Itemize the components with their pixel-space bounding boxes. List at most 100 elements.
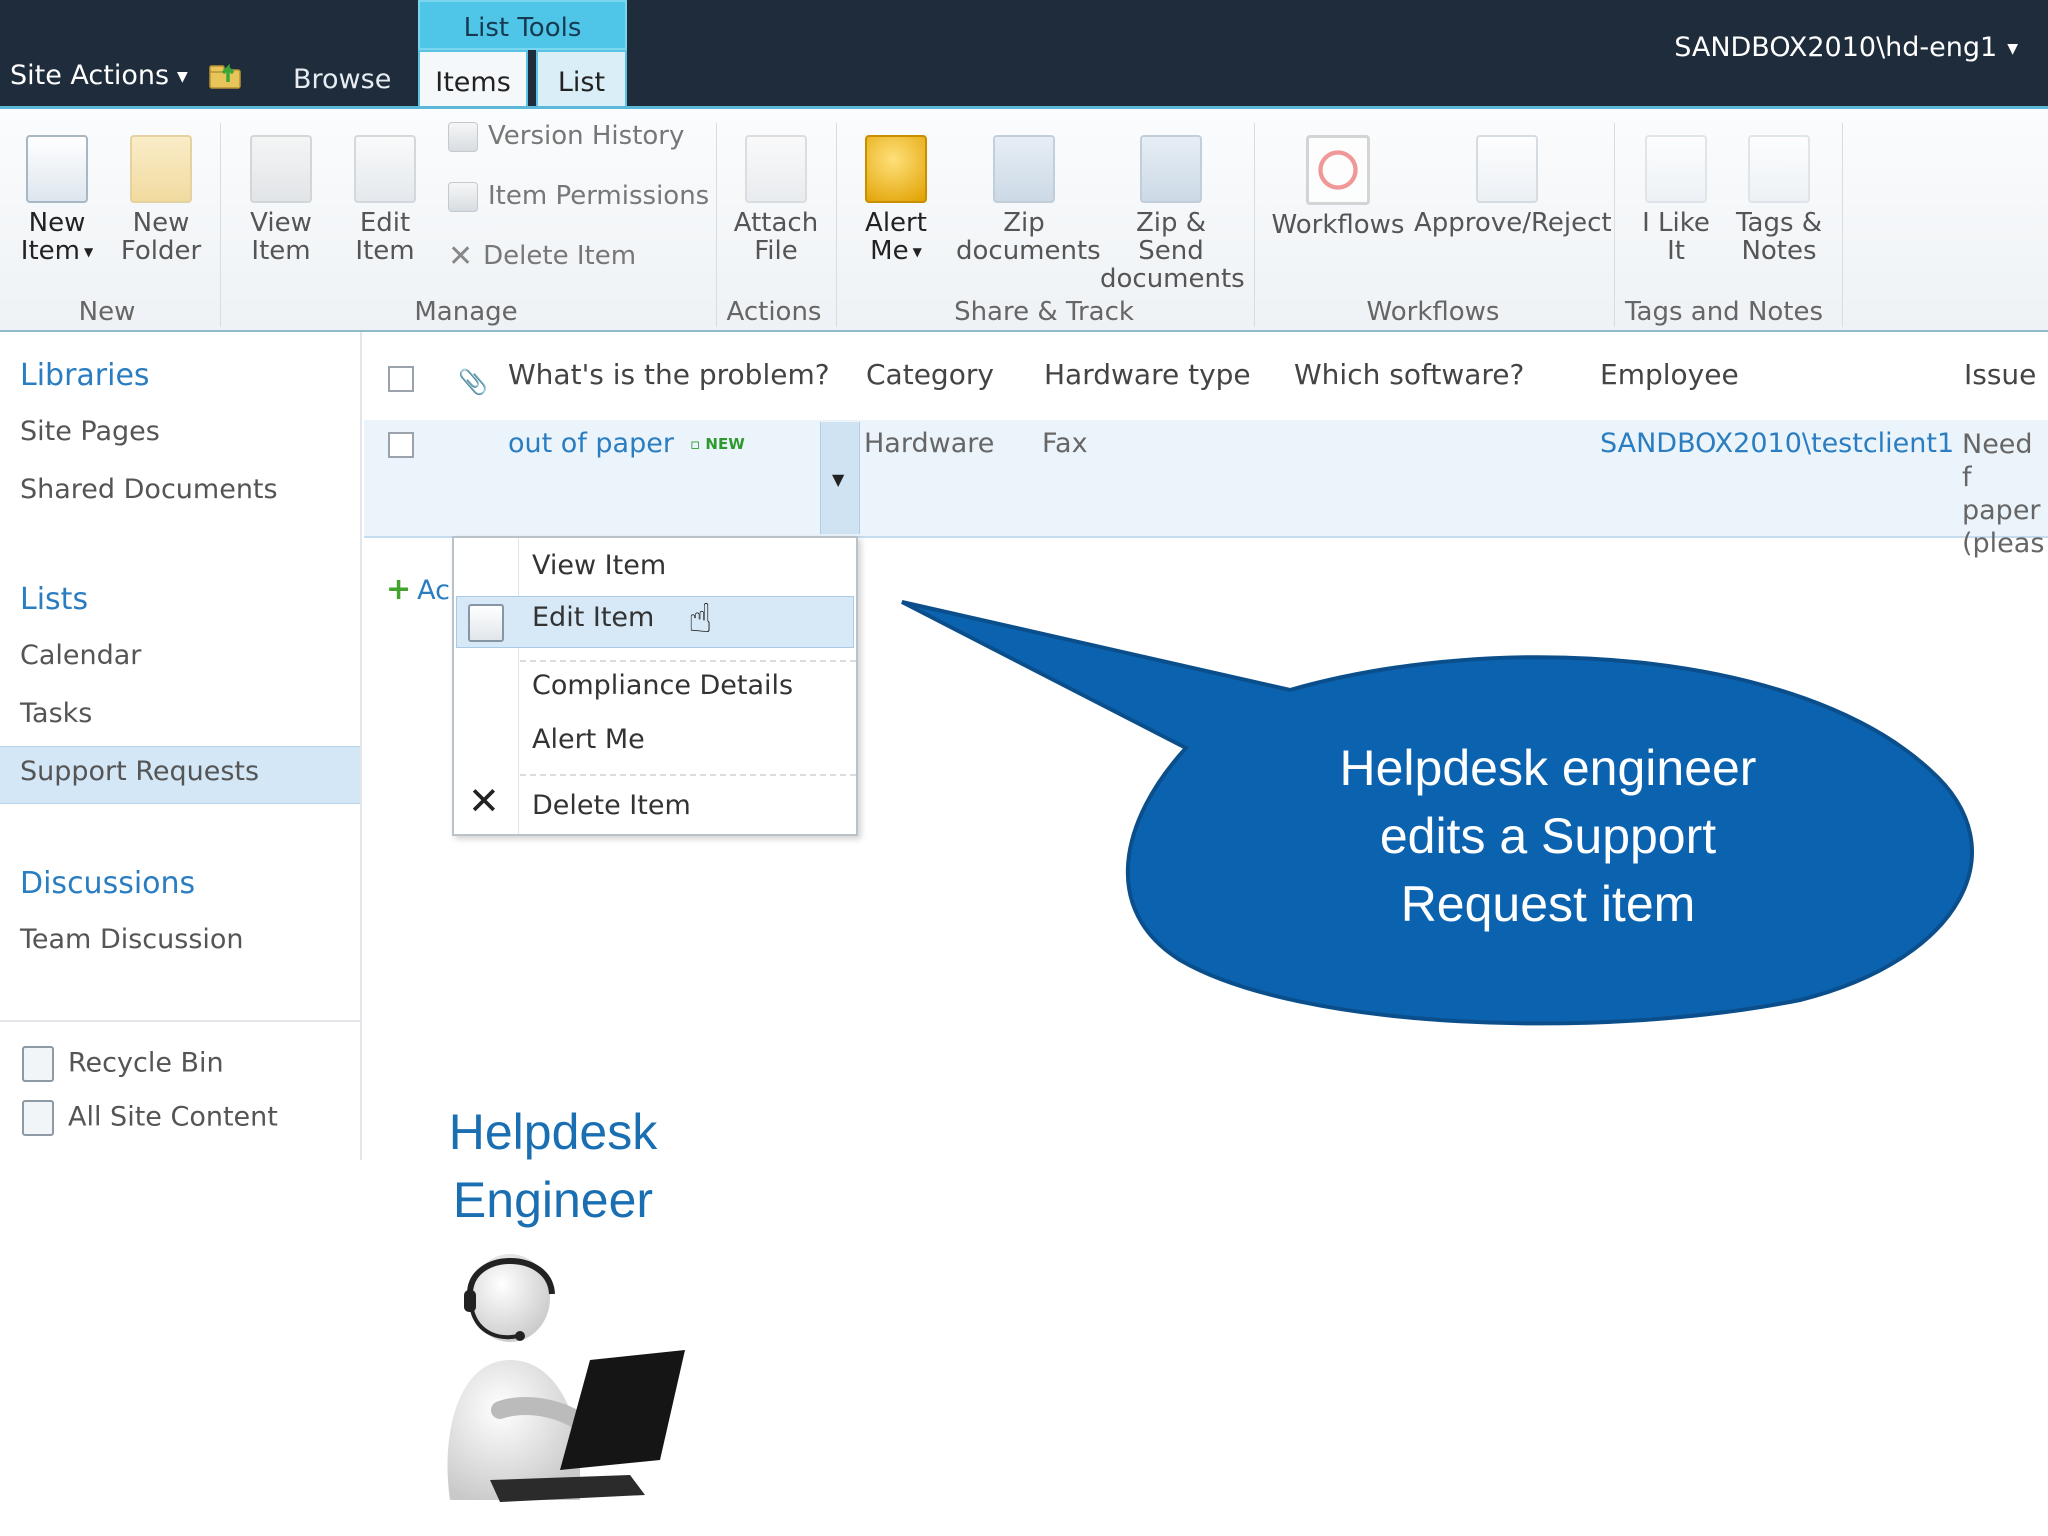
nav-site-pages[interactable]: Site Pages [20,416,160,447]
menu-item-alert-me[interactable]: Alert Me [532,724,645,755]
group-label-manage: Manage [414,297,518,327]
new-item-label-2: Item [20,236,80,266]
nav-lists[interactable]: Lists [20,582,88,617]
item-permissions-label: Item Permissions [488,181,710,211]
i-like-it-label-1: I Like [1642,208,1710,238]
callout-line: Request item [1400,876,1696,932]
group-label-workflows: Workflows [1366,297,1500,327]
menu-item-delete-item[interactable]: Delete Item [532,790,691,821]
helpdesk-engineer-icon [447,1254,685,1502]
site-content-icon [22,1100,54,1136]
zip-documents-label-1: Zip [1003,208,1045,238]
nav-recycle-bin[interactable]: Recycle Bin [22,1046,224,1082]
add-new-item-link[interactable]: + Ac [386,572,450,607]
group-label-actions: Actions [726,297,822,327]
delete-icon: ✕ [468,779,500,823]
delete-item-button[interactable]: ✕ Delete Item [448,239,636,273]
site-actions-menu[interactable]: Site Actions ▼ [10,60,188,91]
column-header-category[interactable]: Category [866,358,994,391]
user-menu[interactable]: SANDBOX2010\hd-eng1 ▼ [1674,32,2018,63]
zip-documents-button[interactable]: Zip documents [956,135,1101,266]
tags-notes-button[interactable]: Tags & Notes [1734,135,1824,265]
nav-support-requests[interactable]: Support Requests [20,756,259,787]
zip-send-button[interactable]: Zip & Send documents [1100,135,1245,293]
nav-shared-documents[interactable]: Shared Documents [20,474,278,505]
column-header-employee[interactable]: Employee [1600,358,1739,391]
item-menu-button[interactable]: ▼ [820,422,860,534]
zip-documents-label-2: documents [956,236,1101,266]
group-label-new: New [78,297,136,327]
new-badge: ▫ NEW [690,435,745,453]
edit-item-label-2: Item [355,236,415,266]
recycle-bin-icon [22,1046,54,1082]
approve-reject-icon [1476,135,1538,203]
group-separator [1614,123,1615,327]
alert-me-button[interactable]: Alert Me ▼ [852,135,940,266]
nav-discussions[interactable]: Discussions [20,866,195,901]
list-header-row: What's is the problem? Category Hardware… [364,340,2048,422]
new-item-icon [26,135,88,203]
new-badge-label: NEW [705,435,745,453]
row-checkbox[interactable] [388,432,414,458]
menu-item-compliance-details[interactable]: Compliance Details [532,670,793,701]
i-like-it-label-2: It [1667,236,1685,266]
user-name: SANDBOX2010\hd-eng1 [1674,32,1998,63]
nav-team-discussion[interactable]: Team Discussion [20,924,244,955]
group-separator [220,123,221,327]
row-category: Hardware [864,428,995,459]
i-like-it-button[interactable]: I Like It [1632,135,1720,265]
attach-file-button[interactable]: Attach File [730,135,822,265]
nav-all-site-content[interactable]: All Site Content [22,1100,278,1136]
column-header-issue[interactable]: Issue [1964,358,2036,391]
row-title-link[interactable]: out of paper [508,428,674,459]
version-history-button[interactable]: Version History [448,119,684,153]
new-folder-label-2: Folder [120,236,202,266]
version-history-label: Version History [488,121,685,151]
delete-icon: ✕ [448,238,474,274]
group-separator [836,123,837,327]
nav-tasks[interactable]: Tasks [20,698,92,729]
view-item-button[interactable]: View Item [236,135,326,265]
new-item-button[interactable]: New Item ▼ [14,135,100,266]
attach-file-label-1: Attach [733,208,819,238]
menu-item-highlight [456,596,854,648]
workflows-button[interactable]: Workflows [1268,135,1408,239]
menu-item-view-item[interactable]: View Item [532,550,666,581]
view-item-icon [250,135,312,203]
add-new-label: Ac [417,575,450,606]
chevron-down-icon: ▼ [83,244,94,259]
item-permissions-button[interactable]: Item Permissions [448,179,709,213]
edit-item-button[interactable]: Edit Item [340,135,430,265]
item-permissions-icon [448,181,478,212]
column-header-hardware-type[interactable]: Hardware type [1044,358,1251,391]
column-header-software[interactable]: Which software? [1294,358,1524,391]
nav-libraries[interactable]: Libraries [20,358,150,393]
menu-item-edit-item[interactable]: Edit Item [532,602,654,633]
zip-send-icon [1140,135,1202,203]
tab-list[interactable]: List [536,50,627,108]
delete-item-label: Delete Item [483,241,637,271]
top-bar: Site Actions ▼ Browse List Tools Items Li… [0,0,2048,108]
select-all-checkbox[interactable] [388,366,414,392]
tags-notes-label-1: Tags & [1735,208,1823,238]
alert-me-label-2: Me [870,236,909,266]
engineer-label-line: Engineer [452,1172,654,1228]
engineer-label: Helpdesk Engineer [388,1098,718,1234]
row-employee-link[interactable]: SANDBOX2010\testclient1 [1600,428,1954,459]
new-folder-button[interactable]: New Folder [116,135,206,265]
column-header-problem[interactable]: What's is the problem? [508,358,830,391]
tab-browse[interactable]: Browse [293,64,391,95]
chevron-down-icon: ▼ [832,470,845,489]
approve-reject-button[interactable]: Approve/Reject [1414,135,1612,237]
tag-icon [1748,135,1810,203]
tab-items[interactable]: Items [418,50,528,108]
group-separator [1842,123,1843,327]
navigate-up-icon[interactable] [208,60,244,90]
nav-calendar[interactable]: Calendar [20,640,141,671]
menu-separator [520,660,856,662]
new-item-label-1: New [28,208,86,238]
all-site-content-label: All Site Content [68,1101,278,1133]
ribbon: New Item ▼ New Folder New View Item Edit … [0,106,2048,332]
row-hardware-type: Fax [1042,428,1088,459]
zip-send-label-1: Zip & Send [1135,208,1207,266]
